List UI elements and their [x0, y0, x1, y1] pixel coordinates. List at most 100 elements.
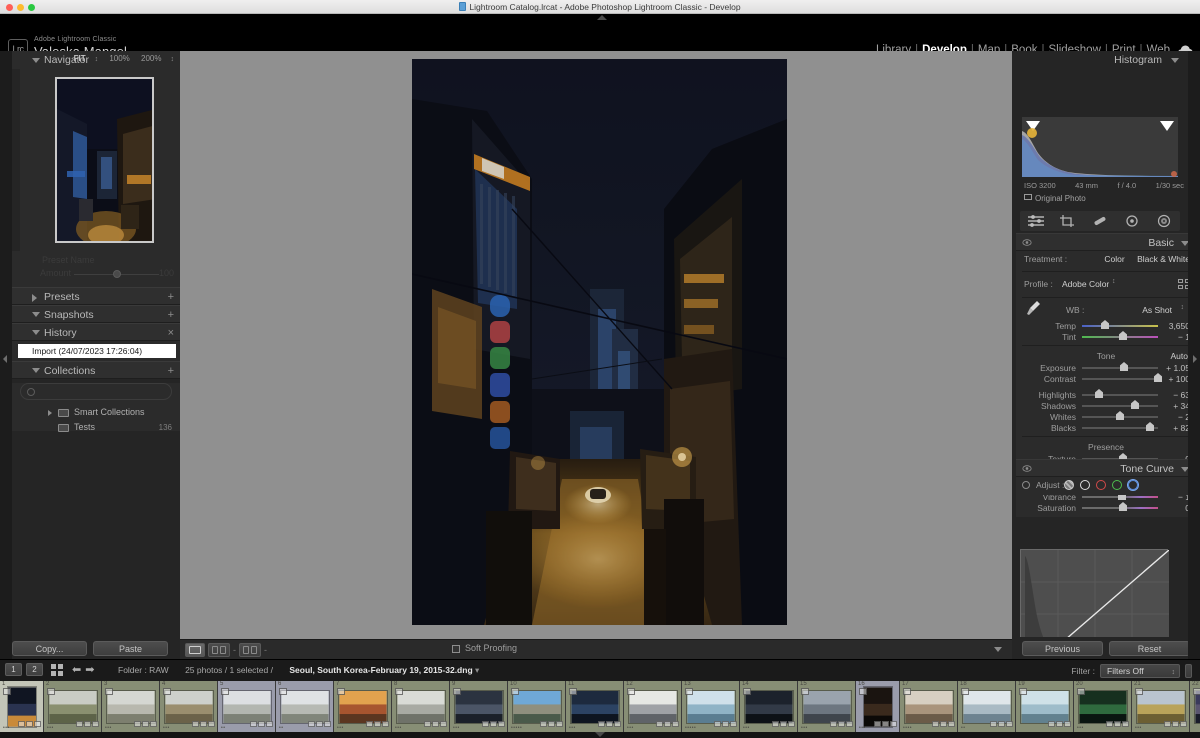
current-filename[interactable]: Seoul, South Korea-February 19, 2015-32.… [289, 665, 472, 675]
filmstrip-thumbnail[interactable]: 22 [1190, 681, 1200, 732]
filmstrip-thumbnail[interactable]: 7••• [334, 681, 392, 732]
treatment-bw-option[interactable]: Black & White [1137, 254, 1190, 264]
soft-proofing-checkbox[interactable] [452, 645, 460, 653]
filmstrip-source-info[interactable]: Folder : RAW 25 photos / 1 selected / Se… [118, 665, 479, 676]
filmstrip-thumbnail[interactable]: 20••• [1074, 681, 1132, 732]
filter-stack-button[interactable] [1185, 664, 1192, 678]
basic-panel-visibility-icon[interactable] [1022, 238, 1032, 247]
slider-exposure[interactable]: Exposure + 1.05 [1016, 362, 1196, 373]
presets-disclosure-icon[interactable] [32, 294, 37, 302]
zoom-fit-option[interactable]: FIT [74, 54, 86, 63]
loupe-view-button[interactable] [185, 643, 205, 657]
filmstrip-thumbnail[interactable]: 10••••• [508, 681, 566, 732]
navigator-disclosure-icon[interactable] [32, 58, 40, 63]
go-back-icon[interactable]: ⬅ [72, 663, 81, 676]
sidebar-section-snapshots[interactable]: Snapshots + [12, 305, 180, 323]
tone-curve-header[interactable]: Tone Curve [1016, 459, 1196, 477]
grid-view-icon[interactable] [51, 664, 64, 676]
wb-caret-icon[interactable]: ↕ [1181, 304, 1185, 311]
tone-curve-channels[interactable] [1064, 480, 1138, 490]
auto-tone-button[interactable]: Auto [1171, 351, 1189, 361]
filmstrip-thumbnail[interactable]: 8••• [392, 681, 450, 732]
filmstrip-thumbnail[interactable]: 13••••• [682, 681, 740, 732]
filmstrip-thumbnail[interactable]: 21••• [1132, 681, 1190, 732]
blacks-knob[interactable] [1146, 422, 1154, 431]
filmstrip-thumbnail[interactable]: 4••• [160, 681, 218, 732]
channel-point-icon[interactable] [1080, 480, 1090, 490]
exposure-knob[interactable] [1120, 362, 1128, 371]
before-after-split-button[interactable] [239, 643, 261, 657]
white-balance-eyedropper-icon[interactable] [1026, 299, 1042, 317]
slider-whites[interactable]: Whites − 2 [1016, 411, 1196, 422]
view-mode-buttons[interactable]: - - [185, 643, 267, 657]
shadows-knob[interactable] [1131, 400, 1139, 409]
red-eye-icon[interactable] [1123, 214, 1141, 228]
copy-button[interactable]: Copy... [12, 641, 87, 656]
filter-select[interactable]: Filters Off↕ [1100, 664, 1180, 678]
temp-knob[interactable] [1101, 320, 1109, 329]
filmstrip-thumbnail[interactable]: 17•••• [900, 681, 958, 732]
tint-knob[interactable] [1119, 331, 1127, 340]
develop-tool-strip[interactable] [1020, 211, 1180, 231]
basic-panel-header[interactable]: Basic [1016, 233, 1196, 251]
main-photo[interactable] [412, 59, 787, 625]
sidebar-section-collections[interactable]: Collections + [12, 361, 180, 379]
treatment-color-option[interactable]: Color [1104, 254, 1124, 264]
collections-search-input[interactable] [20, 383, 172, 400]
masking-icon[interactable] [1155, 214, 1173, 228]
collection-item-tests[interactable]: Tests 136 [12, 420, 180, 435]
previous-button[interactable]: Previous [1022, 641, 1103, 656]
healing-brush-icon[interactable] [1091, 214, 1109, 228]
toolbar-options-caret-icon[interactable] [994, 647, 1002, 652]
filmstrip-thumbnail[interactable]: 12••• [624, 681, 682, 732]
histogram-disclosure-icon[interactable] [1171, 58, 1179, 63]
highlights-track[interactable] [1082, 394, 1158, 396]
filename-caret-icon[interactable]: ▾ [475, 665, 479, 675]
display-1-button[interactable]: 1 [5, 663, 22, 676]
filmstrip-thumbnail[interactable]: 16••• [856, 681, 900, 732]
navigator-preview[interactable] [20, 69, 188, 251]
top-panel-toggle-arrow[interactable] [597, 15, 607, 20]
filmstrip-thumbnail[interactable]: 5•• [218, 681, 276, 732]
contrast-track[interactable] [1082, 378, 1158, 380]
snapshots-disclosure-icon[interactable] [32, 312, 40, 317]
paste-button[interactable]: Paste [93, 641, 168, 656]
right-panel-collapse-edge[interactable] [1188, 51, 1200, 659]
history-item[interactable]: Import (24/07/2023 17:26:04) [18, 344, 176, 358]
presets-add-icon[interactable]: + [168, 288, 174, 306]
tone-curve-visibility-icon[interactable] [1022, 464, 1032, 473]
whites-knob[interactable] [1116, 411, 1124, 420]
zoom-200-option[interactable]: 200% [141, 54, 161, 63]
go-forward-icon[interactable]: ➡ [85, 663, 94, 676]
edit-sliders-icon[interactable] [1027, 214, 1045, 228]
history-clear-icon[interactable]: × [168, 324, 174, 342]
filmstrip-thumbnails[interactable]: 1•••2•••3•••4•••5••6••7•••8•••9•••10••••… [0, 681, 1200, 732]
slider-tint[interactable]: Tint − 1 [1016, 331, 1196, 342]
contrast-knob[interactable] [1154, 373, 1162, 382]
slider-temp[interactable]: Temp 3,650 [1016, 320, 1196, 331]
before-after-lr-button[interactable] [208, 643, 230, 657]
highlights-knob[interactable] [1095, 389, 1103, 398]
filmstrip-thumbnail[interactable]: 11••• [566, 681, 624, 732]
profile-caret-icon[interactable]: ↕ [1112, 278, 1116, 285]
profile-value[interactable]: Adobe Color [1062, 279, 1109, 289]
filmstrip-thumbnail[interactable]: 3••• [102, 681, 160, 732]
preset-amount-row[interactable]: Preset Name Amount 100 [12, 251, 180, 287]
filter-caret-icon[interactable]: ↕ [1172, 666, 1176, 679]
snapshots-add-icon[interactable]: + [168, 306, 174, 324]
crop-icon[interactable] [1059, 214, 1077, 228]
zoom-fit-caret-icon[interactable]: ↕ [95, 56, 99, 63]
channel-parametric-icon[interactable] [1064, 480, 1074, 490]
photo-canvas[interactable]: - - Soft Proofing [180, 51, 1012, 659]
filmstrip-thumbnail[interactable]: 14••• [740, 681, 798, 732]
collections-disclosure-icon[interactable] [32, 368, 40, 373]
slider-shadows[interactable]: Shadows + 34 [1016, 400, 1196, 411]
channel-red-icon[interactable] [1096, 480, 1106, 490]
filmstrip-thumbnail[interactable]: 15••• [798, 681, 856, 732]
slider-blacks[interactable]: Blacks + 82 [1016, 422, 1196, 433]
preset-amount-knob[interactable] [113, 270, 121, 278]
filmstrip-thumbnail[interactable]: 1••• [0, 681, 44, 732]
saturation-knob[interactable] [1119, 502, 1127, 511]
histogram-header[interactable]: Histogram [1016, 51, 1188, 69]
navigator-header[interactable]: Navigator FIT↕ 100% 200%↕ [12, 51, 180, 69]
